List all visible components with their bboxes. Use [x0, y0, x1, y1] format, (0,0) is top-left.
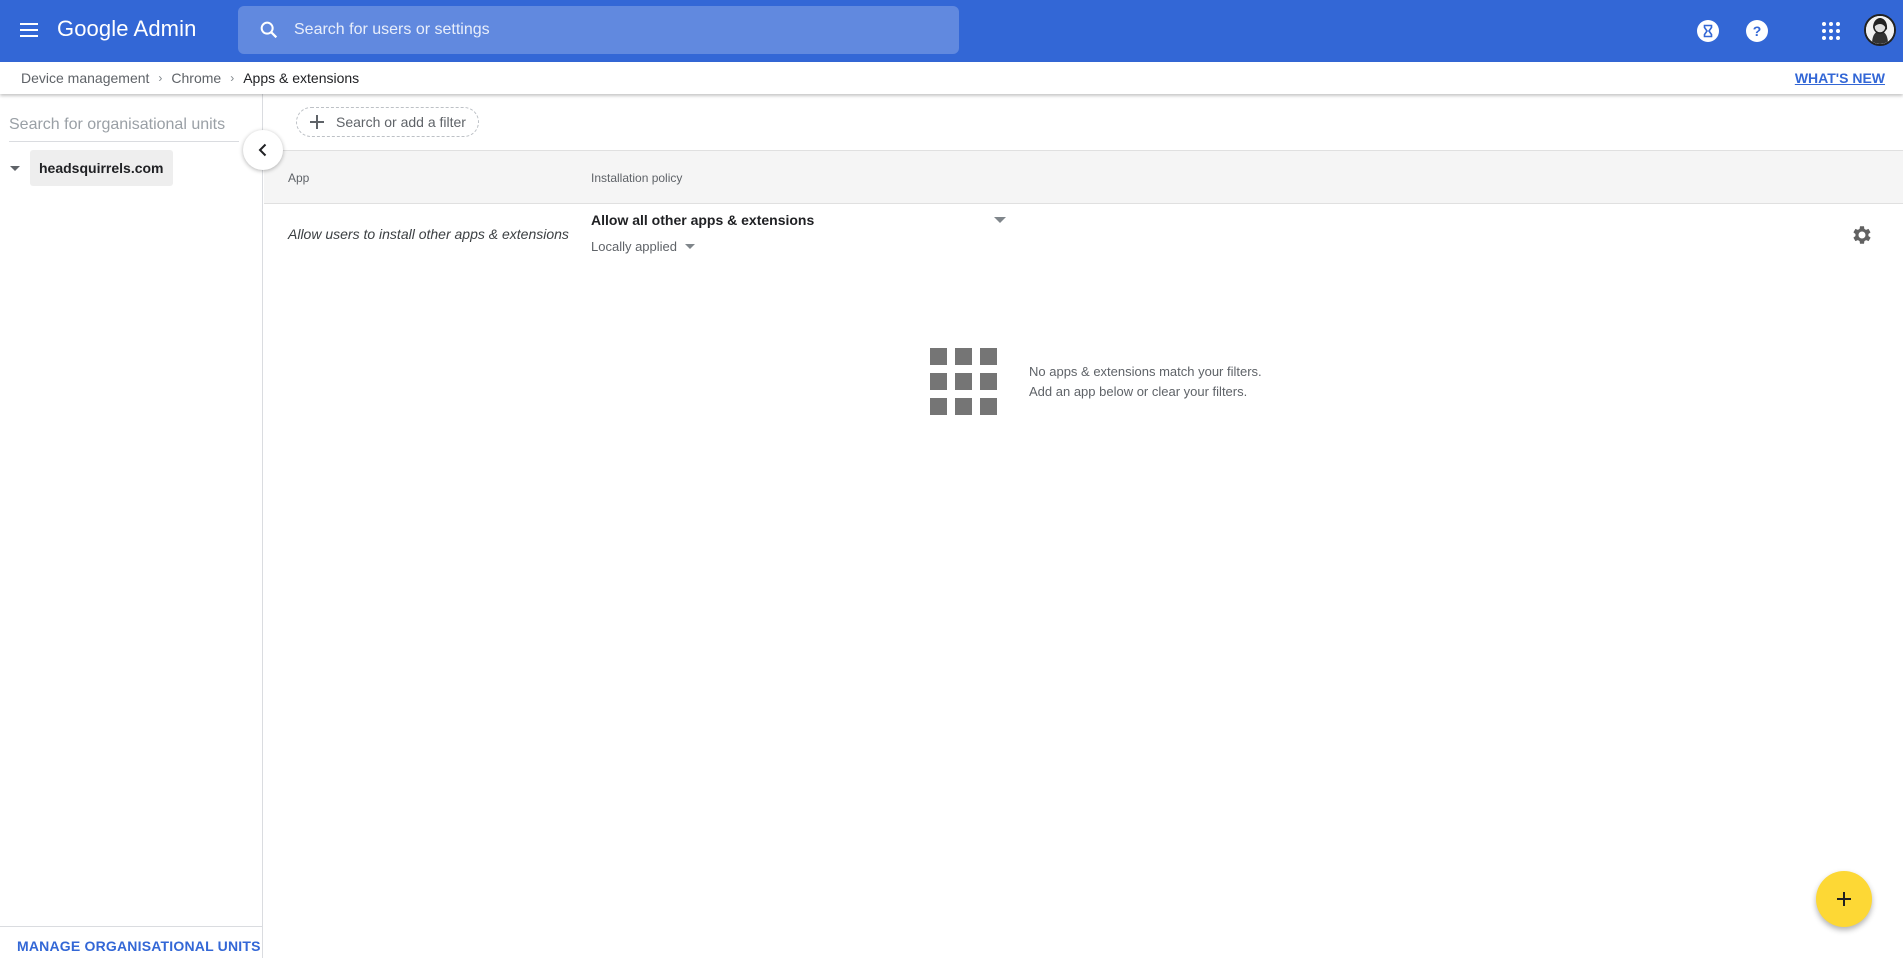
chevron-left-icon — [258, 143, 267, 157]
empty-state-message: No apps & extensions match your filters.… — [1029, 362, 1262, 402]
plus-icon — [310, 115, 324, 129]
app-title[interactable]: Google Admin — [57, 16, 196, 42]
org-unit-label[interactable]: headsquirrels.com — [30, 150, 173, 186]
add-app-fab-button[interactable] — [1816, 871, 1872, 927]
global-search[interactable] — [238, 6, 959, 54]
policy-value: Allow all other apps & extensions — [591, 212, 815, 228]
global-search-input[interactable] — [294, 6, 934, 54]
collapse-panel-button[interactable] — [243, 130, 283, 170]
breadcrumb: Device management › Chrome › Apps & exte… — [21, 70, 359, 86]
table-header: App Installation policy — [264, 150, 1903, 204]
breadcrumb-device-management[interactable]: Device management — [21, 70, 149, 86]
apps-grid-icon — [930, 348, 997, 415]
apps-main-content: Search or add a filter App Installation … — [264, 94, 1903, 958]
table-row[interactable]: Allow users to install other apps & exte… — [264, 204, 1903, 274]
menu-icon[interactable] — [16, 17, 42, 43]
empty-state-line-2: Add an app below or clear your filters. — [1029, 383, 1248, 399]
chevron-right-icon: › — [230, 71, 235, 85]
column-header-installation-policy[interactable]: Installation policy — [591, 171, 682, 185]
org-unit-tree-item[interactable]: headsquirrels.com — [10, 150, 173, 186]
locally-applied-dropdown[interactable]: Locally applied — [591, 239, 696, 254]
applied-label: Locally applied — [591, 239, 678, 254]
add-filter-button[interactable]: Search or add a filter — [296, 107, 479, 137]
org-unit-search-input[interactable] — [9, 108, 239, 142]
avatar[interactable] — [1864, 14, 1896, 46]
search-icon — [260, 21, 278, 39]
app-name: Allow users to install other apps & exte… — [288, 226, 569, 242]
top-app-bar: Google Admin ? — [0, 0, 1903, 62]
caret-down-icon[interactable] — [10, 165, 20, 171]
breadcrumb-chrome[interactable]: Chrome — [171, 70, 221, 86]
left-panel-footer: MANAGE ORGANISATIONAL UNITS — [0, 926, 262, 958]
installation-policy-dropdown[interactable]: Allow all other apps & extensions — [591, 212, 1011, 236]
filter-label: Search or add a filter — [336, 114, 466, 130]
svg-text:?: ? — [1753, 23, 1762, 39]
gear-icon[interactable] — [1850, 223, 1874, 247]
apps-grid-icon[interactable] — [1819, 19, 1843, 43]
column-header-app[interactable]: App — [288, 171, 309, 185]
org-unit-panel: headsquirrels.com MANAGE ORGANISATIONAL … — [0, 94, 263, 958]
caret-down-icon — [994, 217, 1006, 223]
breadcrumb-apps-extensions: Apps & extensions — [243, 70, 360, 86]
empty-state: No apps & extensions match your filters.… — [930, 348, 1262, 415]
manage-org-units-link[interactable]: MANAGE ORGANISATIONAL UNITS — [17, 938, 261, 954]
caret-down-icon — [685, 244, 696, 249]
chevron-right-icon: › — [158, 71, 163, 85]
breadcrumb-bar: Device management › Chrome › Apps & exte… — [0, 62, 1903, 94]
whats-new-link[interactable]: WHAT'S NEW — [1795, 70, 1885, 86]
empty-state-line-1: No apps & extensions match your filters. — [1029, 363, 1262, 379]
help-icon[interactable]: ? — [1745, 19, 1769, 43]
hourglass-icon[interactable] — [1696, 19, 1720, 43]
